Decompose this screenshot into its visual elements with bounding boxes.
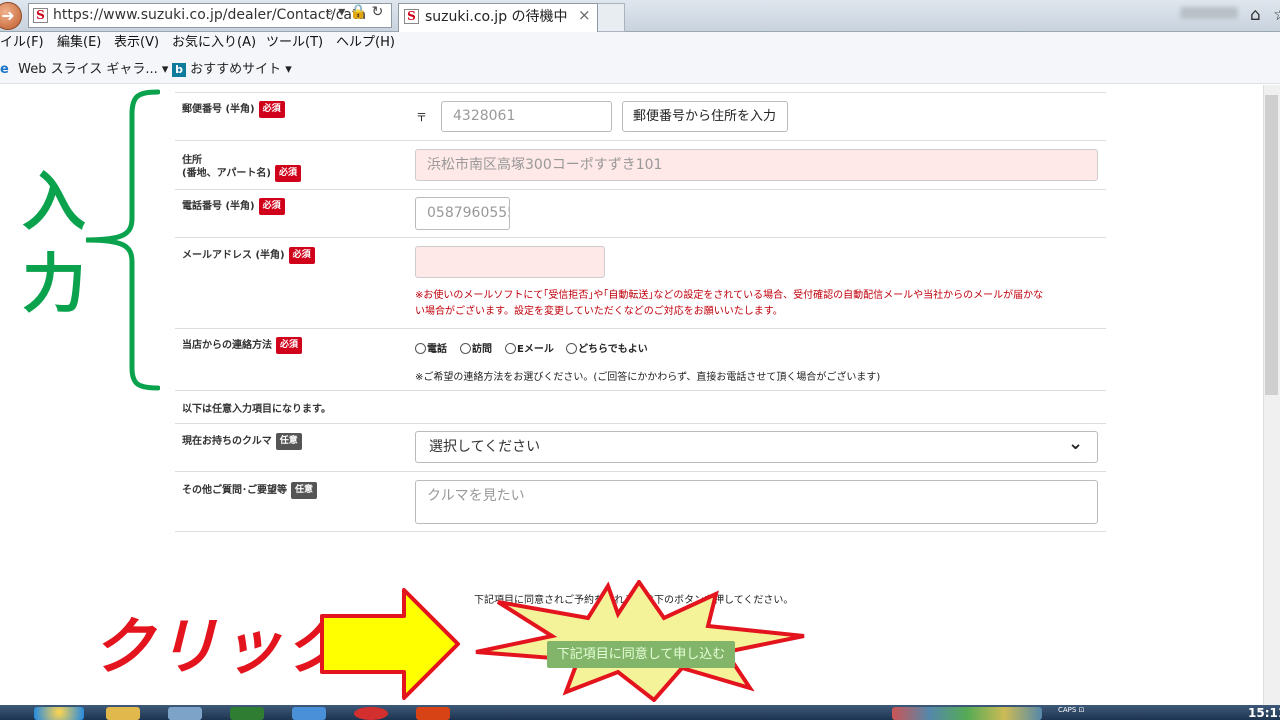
required-badge: 必須 xyxy=(258,197,285,215)
email-input[interactable] xyxy=(415,246,605,278)
postal-input[interactable]: 4328061 xyxy=(441,101,612,132)
required-badge: 必須 xyxy=(274,164,301,182)
arrow-right-icon xyxy=(320,588,460,700)
email-note-line2: い場合がございます。設定を変更していただくなどのご対応をお願いいたします。 xyxy=(415,306,783,317)
optional-badge: 任意 xyxy=(291,481,318,499)
start-ie-icon[interactable] xyxy=(34,707,84,720)
row-divider xyxy=(175,390,1106,391)
row-divider xyxy=(175,189,1106,190)
new-tab-button[interactable] xyxy=(598,3,625,32)
postal-mark: 〒 xyxy=(416,111,427,124)
postal-label: 郵便番号 (半角) 必須 xyxy=(182,100,285,118)
menu-bar: イル(F) 編集(E) 表示(V) お気に入り(A) ツール(T) ヘルプ(H) xyxy=(0,32,1280,56)
phone-input[interactable]: 0587960555 xyxy=(415,197,510,230)
tab-suzuki[interactable]: suzuki.co.jp の待機中 xyxy=(398,3,598,32)
click-annotation: クリック xyxy=(92,610,349,683)
optional-section-header: 以下は任意入力項目になります。 xyxy=(182,404,331,415)
blurred-user-area xyxy=(1180,7,1238,19)
suzuki-tab-favicon-icon: S xyxy=(404,9,419,24)
car-select[interactable]: 選択してください xyxy=(415,431,1098,463)
tray-icons[interactable] xyxy=(892,707,1042,720)
radio-icon xyxy=(415,343,426,354)
input-annotation: 入力 xyxy=(22,166,86,322)
address-sublabel: (番地、アパート名) 必須 xyxy=(182,164,301,182)
folder-icon[interactable] xyxy=(106,707,140,720)
tab-close-icon[interactable]: × xyxy=(578,6,591,24)
required-badge: 必須 xyxy=(288,246,315,264)
row-divider xyxy=(175,92,1106,93)
postal-lookup-button[interactable]: 郵便番号から住所を入力 xyxy=(622,101,788,132)
row-divider xyxy=(175,328,1106,329)
menu-view[interactable]: 表示(V) xyxy=(114,32,159,54)
favorites-star-icon[interactable]: ☆ xyxy=(1273,5,1280,25)
scrollbar-thumb[interactable] xyxy=(1265,95,1278,395)
window-icon[interactable] xyxy=(292,707,326,720)
app-icon[interactable] xyxy=(168,707,202,720)
bing-icon: b xyxy=(172,63,186,77)
menu-file[interactable]: イル(F) xyxy=(0,32,44,54)
optional-badge: 任意 xyxy=(275,432,302,450)
fav-recommended-label: おすすめサイト ▾ xyxy=(190,62,292,77)
address-bar-icons[interactable]: ⌕ ▾ 🔒 ↻ xyxy=(326,4,383,20)
other-textarea[interactable]: クルマを見たい xyxy=(415,480,1098,524)
car-label: 現在お持ちのクルマ 任意 xyxy=(182,432,302,450)
fav-web-slice-label: Web スライス ギャラ... ▾ xyxy=(18,62,169,77)
contact-radio-any[interactable]: どちらでもよい xyxy=(566,340,648,355)
powerpoint-icon[interactable] xyxy=(416,707,450,720)
contact-radio-email[interactable]: Eメール xyxy=(505,340,554,355)
address-input[interactable]: 浜松市南区高塚300コーポすずき101 xyxy=(415,149,1098,181)
home-icon[interactable]: ⌂ xyxy=(1250,5,1261,25)
submit-button[interactable]: 下記項目に同意して申し込む xyxy=(547,641,735,668)
other-label: その他ご質問･ご要望等 任意 xyxy=(182,481,318,499)
menu-favorites[interactable]: お気に入り(A) xyxy=(172,32,256,54)
fav-web-slice[interactable]: e Web スライス ギャラ... ▾ xyxy=(0,56,168,84)
contact-note: ※ご希望の連絡方法をお選びください。(ご回答にかかわらず、直接お電話させて頂く場… xyxy=(415,372,881,383)
favorites-bar: e Web スライス ギャラ... ▾ b おすすめサイト ▾ xyxy=(0,56,1280,84)
excel-icon[interactable] xyxy=(230,707,264,720)
email-label: メールアドレス (半角) 必須 xyxy=(182,246,315,264)
ie-icon: e xyxy=(0,62,9,77)
row-divider xyxy=(175,140,1106,141)
row-divider xyxy=(175,237,1106,238)
suzuki-favicon-icon: S xyxy=(33,8,48,23)
row-divider xyxy=(175,423,1106,424)
phone-label: 電話番号 (半角) 必須 xyxy=(182,197,285,215)
menu-edit[interactable]: 編集(E) xyxy=(57,32,101,54)
required-badge: 必須 xyxy=(258,100,285,118)
radio-icon xyxy=(460,343,471,354)
menu-tools[interactable]: ツール(T) xyxy=(266,32,323,54)
menu-help[interactable]: ヘルプ(H) xyxy=(336,32,395,54)
email-note-line1: ※お使いのメールソフトにて｢受信拒否｣や｢自動転送｣などの設定をされている場合、… xyxy=(415,290,1044,301)
chrome-icon[interactable] xyxy=(354,707,388,720)
required-badge: 必須 xyxy=(276,336,303,354)
contact-radio-visit[interactable]: 訪問 xyxy=(460,340,492,355)
radio-icon xyxy=(505,343,516,354)
clock: 15:11 xyxy=(1248,706,1280,720)
contact-label: 当店からの連絡方法 必須 xyxy=(182,336,303,354)
chevron-down-icon: ⌄ xyxy=(1068,433,1084,454)
tray-status: CAPS ⊡ xyxy=(1058,706,1085,714)
fav-recommended[interactable]: b おすすめサイト ▾ xyxy=(172,56,292,84)
row-divider xyxy=(175,531,1106,532)
radio-icon xyxy=(566,343,577,354)
contact-radio-phone[interactable]: 電話 xyxy=(415,340,447,355)
row-divider xyxy=(175,471,1106,472)
